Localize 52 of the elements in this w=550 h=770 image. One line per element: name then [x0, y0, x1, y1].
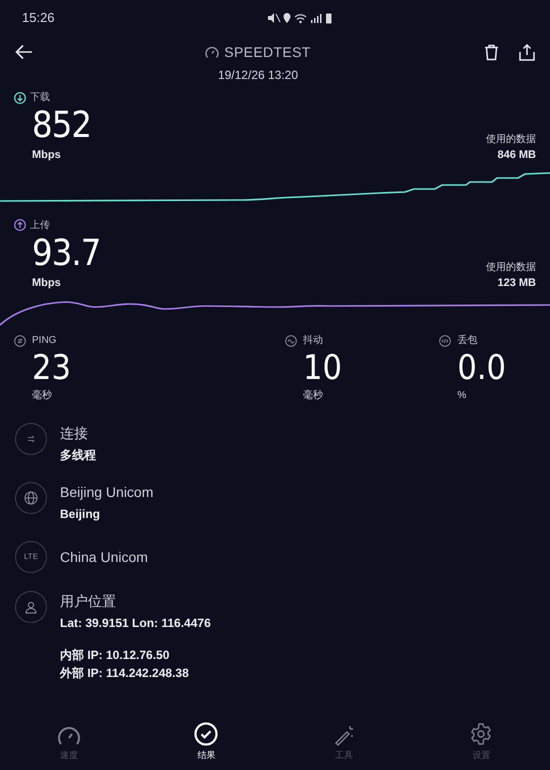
data-used-value: 846 MB [497, 148, 536, 163]
network-type-badge: LTE [15, 541, 47, 573]
magic-wand-icon [332, 724, 355, 746]
down-arrow-icon [14, 92, 26, 104]
speed-value: 93.7 [32, 232, 100, 274]
data-used-value: 123 MB [497, 276, 536, 290]
test-date: 19/12/26 13:20 [218, 67, 298, 84]
gauge-icon [56, 726, 81, 746]
metric-unit: % [456, 389, 468, 403]
speed-label: 上传 [30, 218, 50, 232]
globe-icon [15, 482, 47, 514]
metric-value: 23 [31, 348, 71, 388]
metric-label: 丢包 [457, 334, 478, 348]
settings-icon [469, 722, 494, 746]
speed-value: 852 [32, 105, 92, 147]
nav-tab[interactable]: 速度 [0, 710, 138, 762]
info-title: China Unicom [60, 548, 148, 566]
gauge-icon [205, 46, 220, 59]
back-button[interactable] [14, 42, 34, 62]
nav-tab[interactable]: 设置 [412, 710, 550, 762]
info-detail: 多线程 [60, 447, 96, 464]
ip-address: 外部 IP: 114.242.248.38 [60, 665, 190, 682]
speed-unit: Mbps [32, 148, 62, 163]
info-detail: Beijing [60, 506, 102, 523]
info-detail: Lat: 39.9151 Lon: 116.4476 [60, 615, 211, 632]
info-title: 连接 [60, 424, 89, 443]
connection-icon [15, 423, 47, 455]
metric-label: PING [32, 334, 56, 348]
metric-unit: 毫秒 [302, 388, 324, 403]
wave-icon [285, 334, 297, 346]
nav-tab[interactable]: 工具 [275, 710, 412, 762]
metric-unit: 毫秒 [31, 388, 53, 403]
check-circle-icon [194, 722, 218, 746]
metric-value: 0.0 [456, 348, 506, 388]
speed-unit: Mbps [32, 276, 62, 290]
info-title: Beijing Unicom [60, 483, 154, 502]
metric-label: 抖动 [303, 334, 323, 348]
speed-label: 下载 [30, 90, 50, 105]
user-icon [15, 591, 47, 623]
swap-icon [14, 334, 26, 346]
share-button[interactable] [518, 42, 536, 62]
up-arrow-icon [14, 219, 26, 231]
status-time: 15:26 [22, 9, 55, 28]
info-title: 用户位置 [60, 592, 117, 611]
app-title: SPEEDTEST [224, 43, 311, 62]
data-used-label: 使用的数据 [486, 260, 536, 274]
delete-button[interactable] [482, 42, 500, 62]
data-used-label: 使用的数据 [486, 133, 536, 147]
code-icon [439, 334, 452, 346]
ip-address: 内部 IP: 10.12.76.50 [60, 647, 170, 664]
nav-tab[interactable]: 结果 [138, 710, 275, 762]
metric-value: 10 [302, 348, 342, 388]
